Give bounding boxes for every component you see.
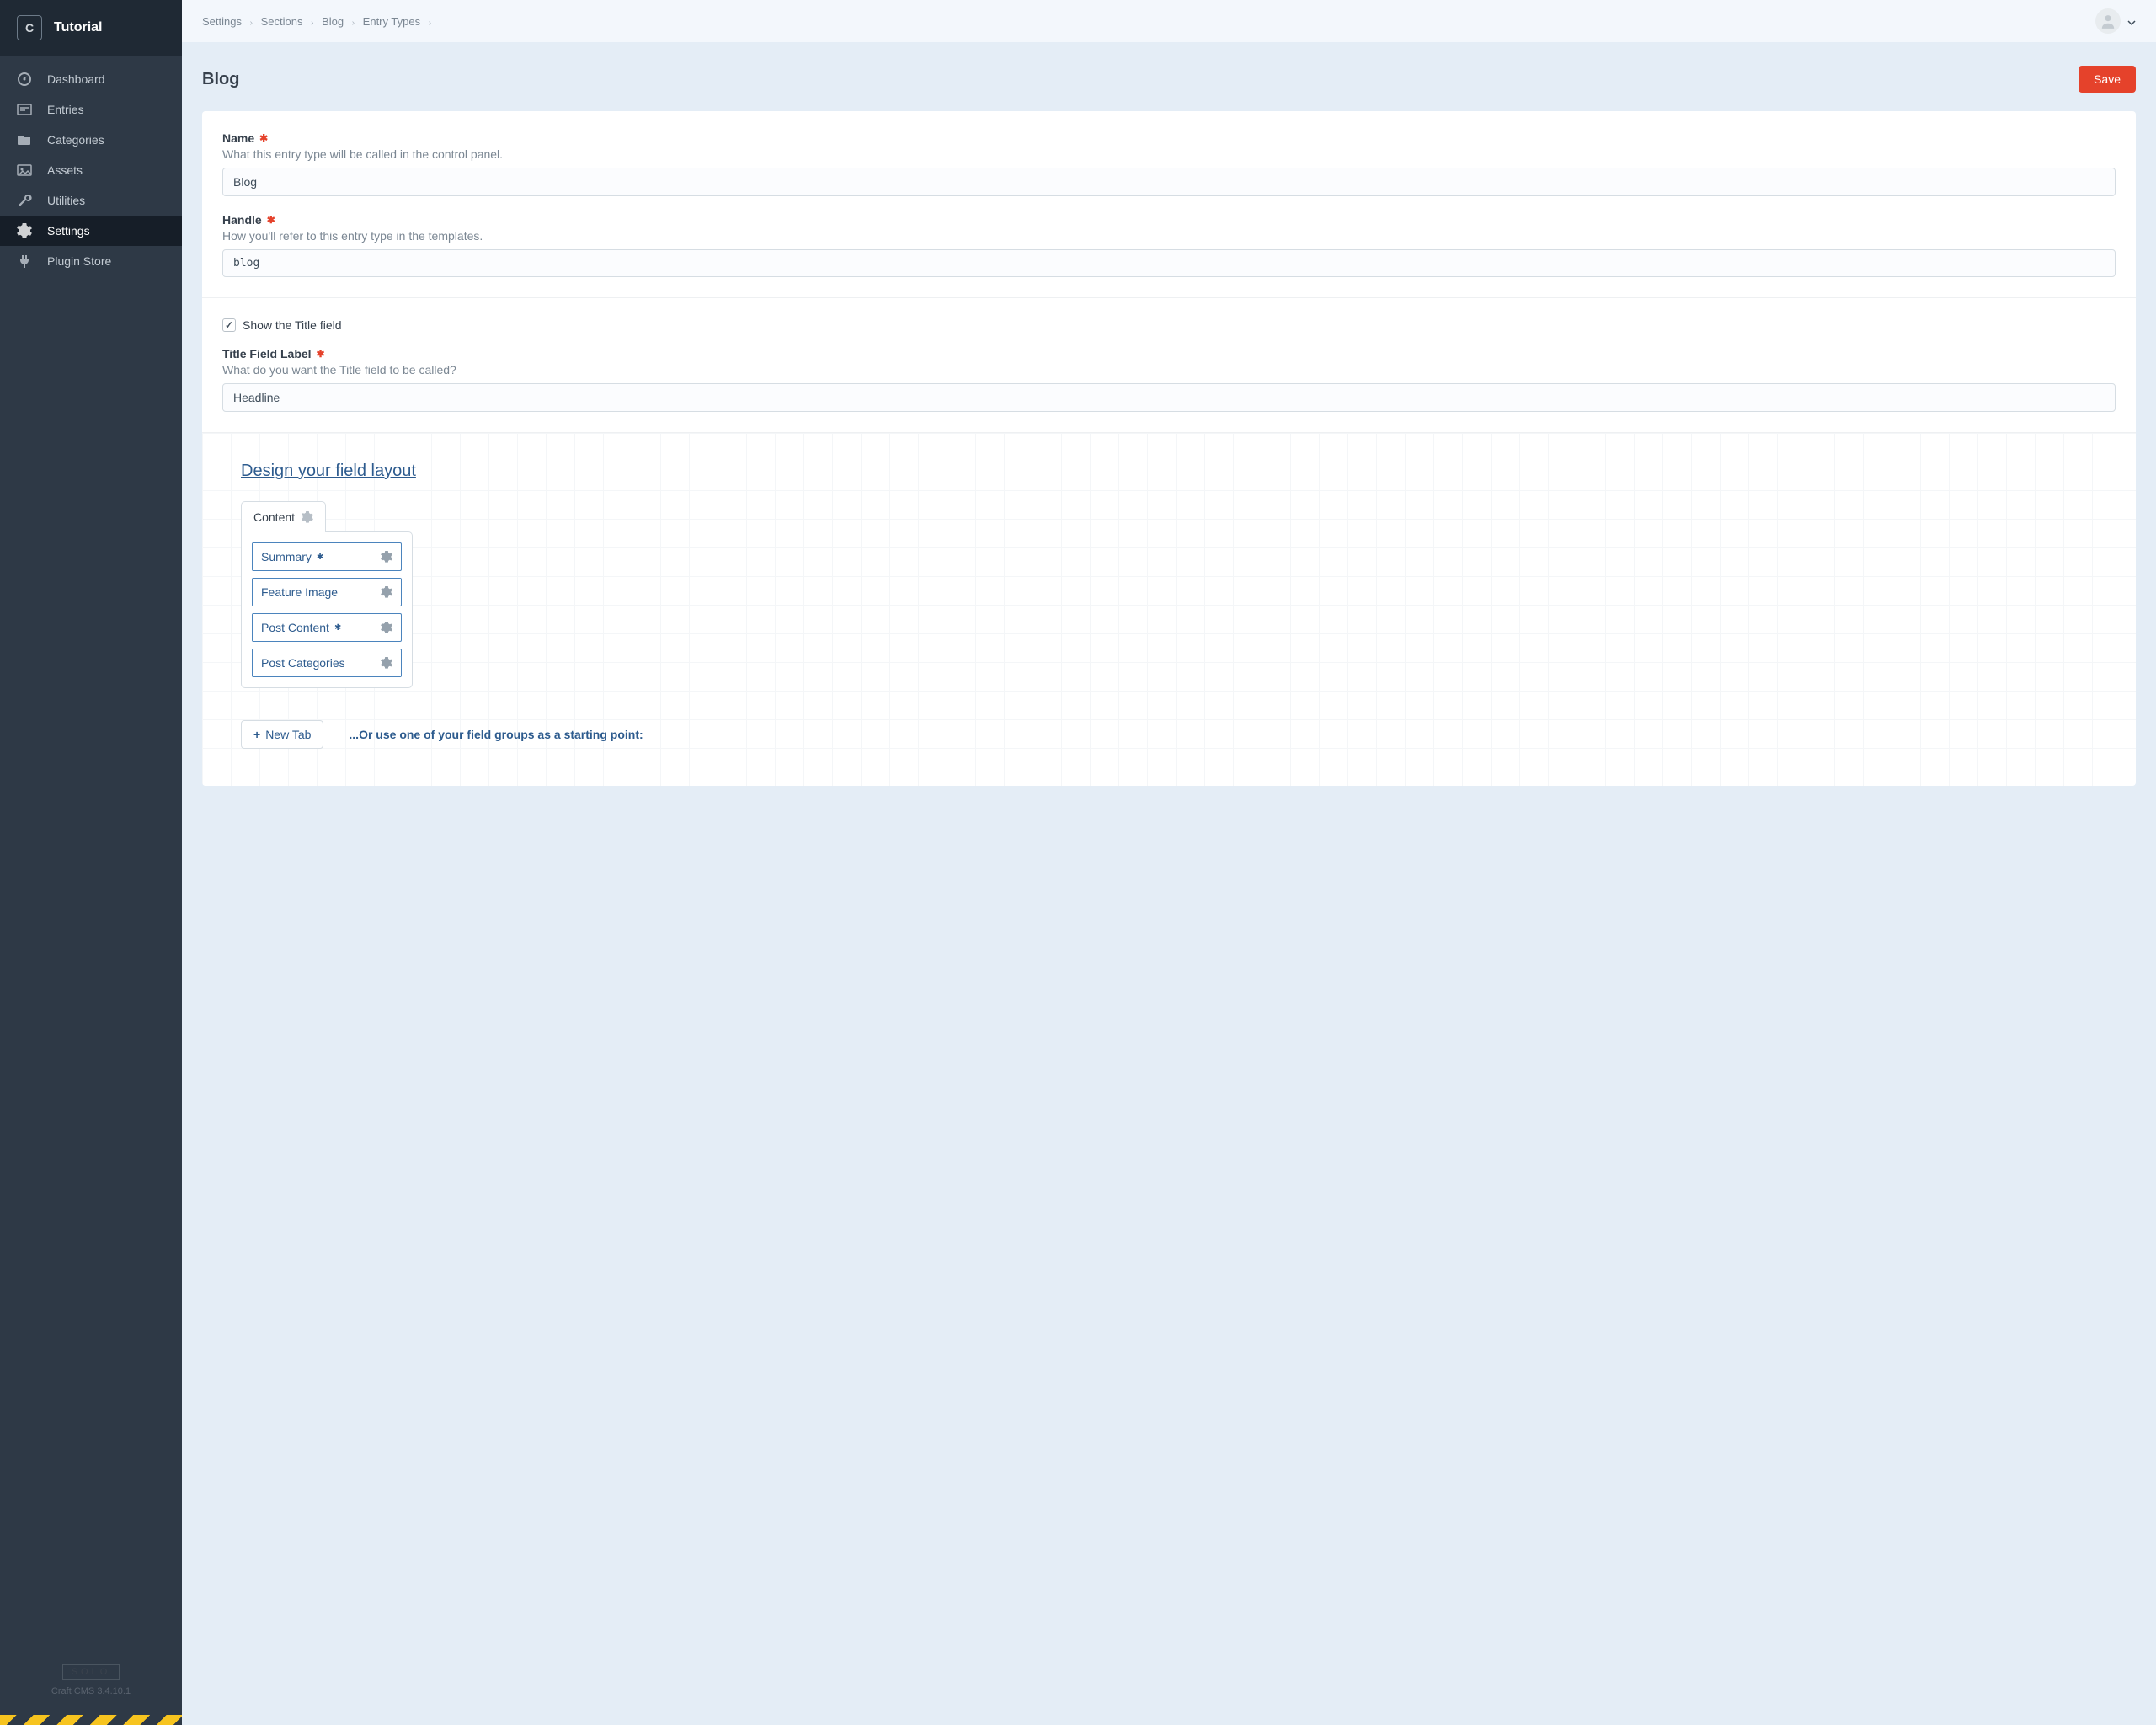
sidebar-item-categories[interactable]: Categories: [0, 125, 182, 155]
fld-field-name: Summary: [261, 550, 312, 563]
sidebar-item-assets[interactable]: Assets: [0, 155, 182, 185]
fld-starting-point-hint: ...Or use one of your field groups as a …: [349, 728, 643, 741]
user-menu[interactable]: [2095, 8, 2136, 34]
field-name: Name ✱ What this entry type will be call…: [222, 131, 2116, 196]
fld-field[interactable]: Post Content ✱: [252, 613, 402, 642]
breadcrumb-item[interactable]: Settings: [202, 15, 242, 28]
fld-footer: + New Tab ...Or use one of your field gr…: [241, 720, 2097, 749]
required-icon: ✱: [317, 349, 325, 359]
gear-icon[interactable]: [381, 657, 392, 669]
fld-field[interactable]: Post Categories: [252, 649, 402, 677]
sidebar: C Tutorial Dashboard Entries Categories …: [0, 0, 182, 1725]
site-title-bar[interactable]: C Tutorial: [0, 0, 182, 56]
dashboard-icon: [17, 72, 32, 87]
sidebar-item-label: Categories: [47, 133, 104, 147]
field-hint: What this entry type will be called in t…: [222, 147, 2116, 161]
sidebar-footer: SOLO Craft CMS 3.4.10.1: [0, 1651, 182, 1715]
plug-icon: [17, 254, 32, 269]
breadcrumb-separator-icon: ›: [311, 19, 313, 28]
edition-badge[interactable]: SOLO: [62, 1664, 120, 1680]
fld-field-name: Feature Image: [261, 585, 338, 599]
image-icon: [17, 163, 32, 178]
sidebar-item-label: Entries: [47, 103, 84, 116]
fld-field-name: Post Categories: [261, 656, 345, 670]
gear-icon[interactable]: [381, 622, 392, 633]
checkbox-label: Show the Title field: [243, 318, 342, 332]
sidebar-item-plugin-store[interactable]: Plugin Store: [0, 246, 182, 276]
sidebar-item-label: Plugin Store: [47, 254, 111, 268]
sidebar-item-dashboard[interactable]: Dashboard: [0, 64, 182, 94]
dev-mode-hazard-bar: [0, 1715, 182, 1725]
page-title: Blog: [202, 70, 239, 89]
breadcrumb-separator-icon: ›: [250, 19, 253, 28]
sidebar-nav: Dashboard Entries Categories Assets Util…: [0, 56, 182, 1651]
fld-field[interactable]: Feature Image: [252, 578, 402, 606]
field-label: Title Field Label ✱: [222, 347, 2116, 360]
save-button[interactable]: Save: [2079, 66, 2136, 93]
sidebar-item-label: Settings: [47, 224, 90, 238]
field-layout-designer: Design your field layout Content Summary…: [202, 433, 2136, 786]
gear-icon[interactable]: [381, 586, 392, 598]
required-icon: ✱: [259, 133, 268, 143]
fld-tab-content[interactable]: Content: [241, 501, 326, 532]
main: Settings › Sections › Blog › Entry Types…: [182, 0, 2156, 1725]
sidebar-item-label: Assets: [47, 163, 83, 177]
new-tab-button[interactable]: + New Tab: [241, 720, 323, 749]
fld-tab-label: Content: [253, 510, 295, 524]
required-icon: ✱: [334, 623, 341, 633]
folder-icon: [17, 132, 32, 147]
pane-basics: Name ✱ What this entry type will be call…: [202, 111, 2136, 298]
plus-icon: +: [253, 728, 260, 741]
sidebar-item-settings[interactable]: Settings: [0, 216, 182, 246]
fld-field-name: Post Content: [261, 621, 329, 634]
breadcrumb-item[interactable]: Blog: [322, 15, 344, 28]
show-title-checkbox-row[interactable]: Show the Title field: [222, 318, 2116, 332]
breadcrumb: Settings › Sections › Blog › Entry Types…: [202, 15, 436, 28]
pane-title-settings: Show the Title field Title Field Label ✱…: [202, 298, 2136, 433]
breadcrumb-separator-icon: ›: [352, 19, 355, 28]
breadcrumb-item[interactable]: Entry Types: [363, 15, 420, 28]
fld-field[interactable]: Summary ✱: [252, 542, 402, 571]
gear-icon[interactable]: [381, 551, 392, 563]
form-panel: Name ✱ What this entry type will be call…: [202, 111, 2136, 786]
fld-tab-body: Summary ✱ Feature Image: [241, 531, 413, 688]
chevron-down-icon: [2127, 17, 2136, 25]
wrench-icon: [17, 193, 32, 208]
field-label: Name ✱: [222, 131, 2116, 145]
sidebar-item-label: Dashboard: [47, 72, 105, 86]
field-title-label: Title Field Label ✱ What do you want the…: [222, 347, 2116, 412]
new-tab-label: New Tab: [265, 728, 311, 741]
version-text: Craft CMS 3.4.10.1: [0, 1686, 182, 1696]
site-icon: C: [17, 15, 42, 40]
field-label: Handle ✱: [222, 213, 2116, 227]
avatar: [2095, 8, 2121, 34]
field-handle: Handle ✱ How you'll refer to this entry …: [222, 213, 2116, 277]
field-hint: How you'll refer to this entry type in t…: [222, 229, 2116, 243]
fld-tabs: Content Summary ✱: [241, 501, 2097, 688]
gear-icon: [17, 223, 32, 238]
gear-icon[interactable]: [302, 511, 313, 523]
breadcrumb-item[interactable]: Sections: [261, 15, 303, 28]
breadcrumb-separator-icon: ›: [429, 19, 431, 28]
title-label-input[interactable]: [222, 383, 2116, 412]
sidebar-item-label: Utilities: [47, 194, 85, 207]
content-header: Blog Save: [182, 42, 2156, 111]
fld-heading[interactable]: Design your field layout: [241, 462, 416, 481]
sidebar-item-utilities[interactable]: Utilities: [0, 185, 182, 216]
topbar: Settings › Sections › Blog › Entry Types…: [182, 0, 2156, 42]
entries-icon: [17, 102, 32, 117]
checkbox-icon[interactable]: [222, 318, 236, 332]
site-name: Tutorial: [54, 20, 102, 35]
field-hint: What do you want the Title field to be c…: [222, 363, 2116, 377]
handle-input[interactable]: [222, 249, 2116, 277]
required-icon: ✱: [317, 553, 323, 562]
name-input[interactable]: [222, 168, 2116, 196]
required-icon: ✱: [267, 215, 275, 225]
sidebar-item-entries[interactable]: Entries: [0, 94, 182, 125]
